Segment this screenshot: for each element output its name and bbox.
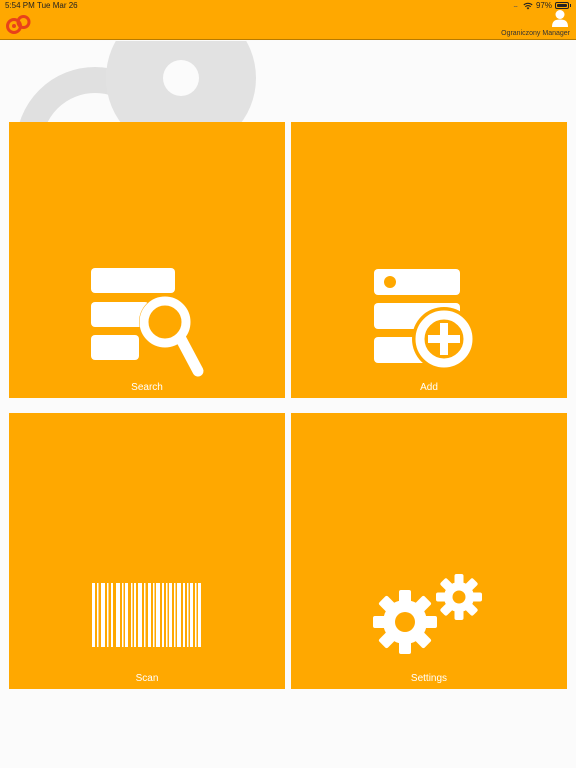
battery-icon <box>555 2 569 9</box>
add-database-icon <box>374 269 476 371</box>
wifi-icon <box>523 2 533 9</box>
gears-icon <box>373 574 482 654</box>
signal-dots: .... <box>513 2 518 9</box>
brand-logo-icon[interactable] <box>5 13 33 35</box>
battery-percent: 97% <box>535 1 552 10</box>
search-database-icon <box>91 268 204 377</box>
settings-tile-label: Settings <box>410 673 448 684</box>
user-name[interactable]: Ograniczony Manager <box>501 30 570 37</box>
user-icon[interactable] <box>551 9 569 27</box>
search-tile-label: Search <box>131 382 163 393</box>
add-tile[interactable]: Add <box>291 122 567 398</box>
search-tile[interactable]: Search <box>9 122 285 398</box>
status-time: 5:54 PM <box>5 1 35 10</box>
scan-tile[interactable]: Scan <box>9 413 285 689</box>
barcode-icon <box>92 583 201 647</box>
top-bar: 5:54 PM Tue Mar 26 .... 97% Ograniczony … <box>0 0 576 40</box>
status-date: Tue Mar 26 <box>37 1 78 10</box>
settings-tile[interactable]: Settings <box>291 413 567 689</box>
add-tile-label: Add <box>420 382 438 393</box>
scan-tile-label: Scan <box>135 673 159 684</box>
